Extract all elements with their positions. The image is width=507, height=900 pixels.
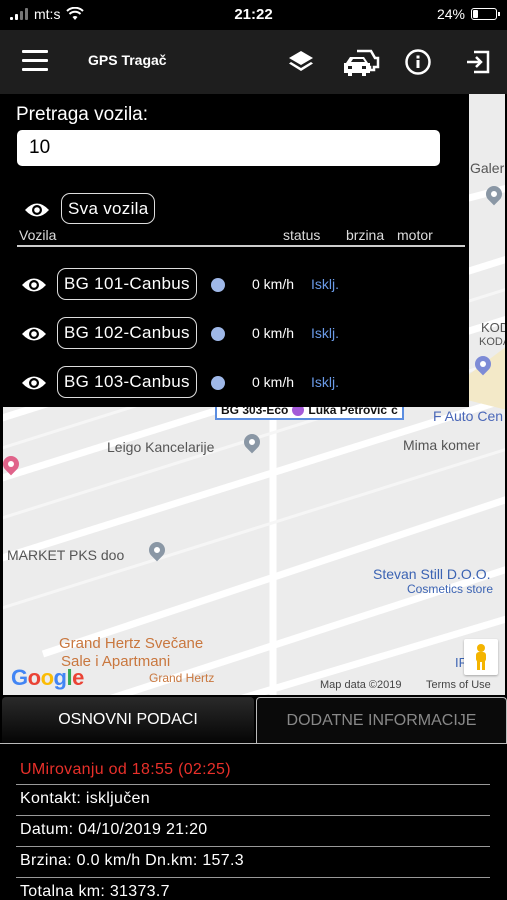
vehicle-speed: 0 km/h <box>252 374 295 390</box>
engine-status: Isklj. <box>311 374 339 390</box>
place-label: KODA <box>479 336 505 348</box>
vehicle-speed: 0 km/h <box>252 325 295 341</box>
place-label: Mima komer <box>403 437 481 453</box>
vehicle-name-button[interactable]: BG 103-Canbus <box>57 366 197 398</box>
status-bar: mt:s 21:22 24% <box>0 0 507 30</box>
place-label: Grand Hertz Svečane <box>59 635 204 652</box>
place-label: F Auto Cen <box>433 408 504 424</box>
status-dot <box>211 278 225 292</box>
pegman-icon[interactable] <box>464 639 498 675</box>
clock: 21:22 <box>234 6 273 23</box>
search-input[interactable] <box>17 130 440 166</box>
tab-basic-info[interactable]: OSNOVNI PODACI <box>2 697 254 743</box>
place-label: Cosmetics store <box>407 582 494 596</box>
status-right: 24% <box>436 6 500 22</box>
layers-icon[interactable] <box>283 44 319 80</box>
menu-icon[interactable] <box>22 50 48 72</box>
header-status: status <box>283 227 321 243</box>
place-label: Grand Hertz <box>149 671 215 685</box>
status-dot <box>211 327 225 341</box>
terms-link[interactable]: Terms of Use <box>426 679 491 691</box>
status-dot <box>211 376 225 390</box>
battery-icon <box>471 8 500 20</box>
contact-status: Kontakt: isključen <box>20 790 150 807</box>
place-label: Leigo Kancelarije <box>107 439 215 455</box>
google-logo: Google <box>11 665 84 690</box>
app-bar: GPS Tragač <box>0 30 507 94</box>
search-label: Pretraga vozila: <box>16 104 149 125</box>
place-label: Stevan Still D.O.O. <box>373 566 491 582</box>
place-label: MARKET PKS doo <box>7 547 125 563</box>
total-km: Totalna km: 31373.7 <box>20 883 170 900</box>
app-title: GPS Tragač <box>88 52 167 68</box>
divider <box>16 846 490 847</box>
eye-icon[interactable] <box>21 276 47 294</box>
eye-icon[interactable] <box>21 374 47 392</box>
vehicle-speed: 0 km/h <box>252 276 295 292</box>
eye-icon[interactable] <box>21 325 47 343</box>
resting-status: UMirovanju od 18:55 (02:25) <box>20 761 231 778</box>
engine-status: Isklj. <box>311 276 339 292</box>
tab-additional-info[interactable]: DODATNE INFORMACIJE <box>256 697 507 743</box>
map-data-credit: Map data ©2019 <box>320 679 402 691</box>
header-speed: brzina <box>346 227 385 243</box>
vehicle-name-button[interactable]: BG 101-Canbus <box>57 268 197 300</box>
info-icon[interactable] <box>400 44 436 80</box>
battery-percent: 24% <box>436 6 465 22</box>
info-tabs: OSNOVNI PODACI DODATNE INFORMACIJE <box>0 695 507 743</box>
divider <box>16 784 490 785</box>
logout-icon[interactable] <box>460 44 496 80</box>
battery-fill <box>473 10 478 18</box>
divider <box>16 815 490 816</box>
place-label: KOD <box>481 320 505 335</box>
vehicle-info: UMirovanju od 18:55 (02:25) Kontakt: isk… <box>0 743 507 900</box>
place-label: Galeri <box>470 160 505 176</box>
cars-icon[interactable] <box>342 44 384 80</box>
engine-status: Isklj. <box>311 325 339 341</box>
last-update-date: Datum: 04/10/2019 21:20 <box>20 821 208 838</box>
divider <box>16 877 490 878</box>
vehicle-panel: Pretraga vozila: Sva vozila Vozila statu… <box>0 94 469 407</box>
header-engine: motor <box>397 227 433 243</box>
eye-icon[interactable] <box>24 201 50 219</box>
header-divider <box>17 245 465 247</box>
vehicle-name-button[interactable]: BG 102-Canbus <box>57 317 197 349</box>
speed-and-daily-km: Brzina: 0.0 km/h Dn.km: 157.3 <box>20 852 244 869</box>
header-vehicles: Vozila <box>19 227 57 243</box>
all-vehicles-button[interactable]: Sva vozila <box>61 193 156 224</box>
